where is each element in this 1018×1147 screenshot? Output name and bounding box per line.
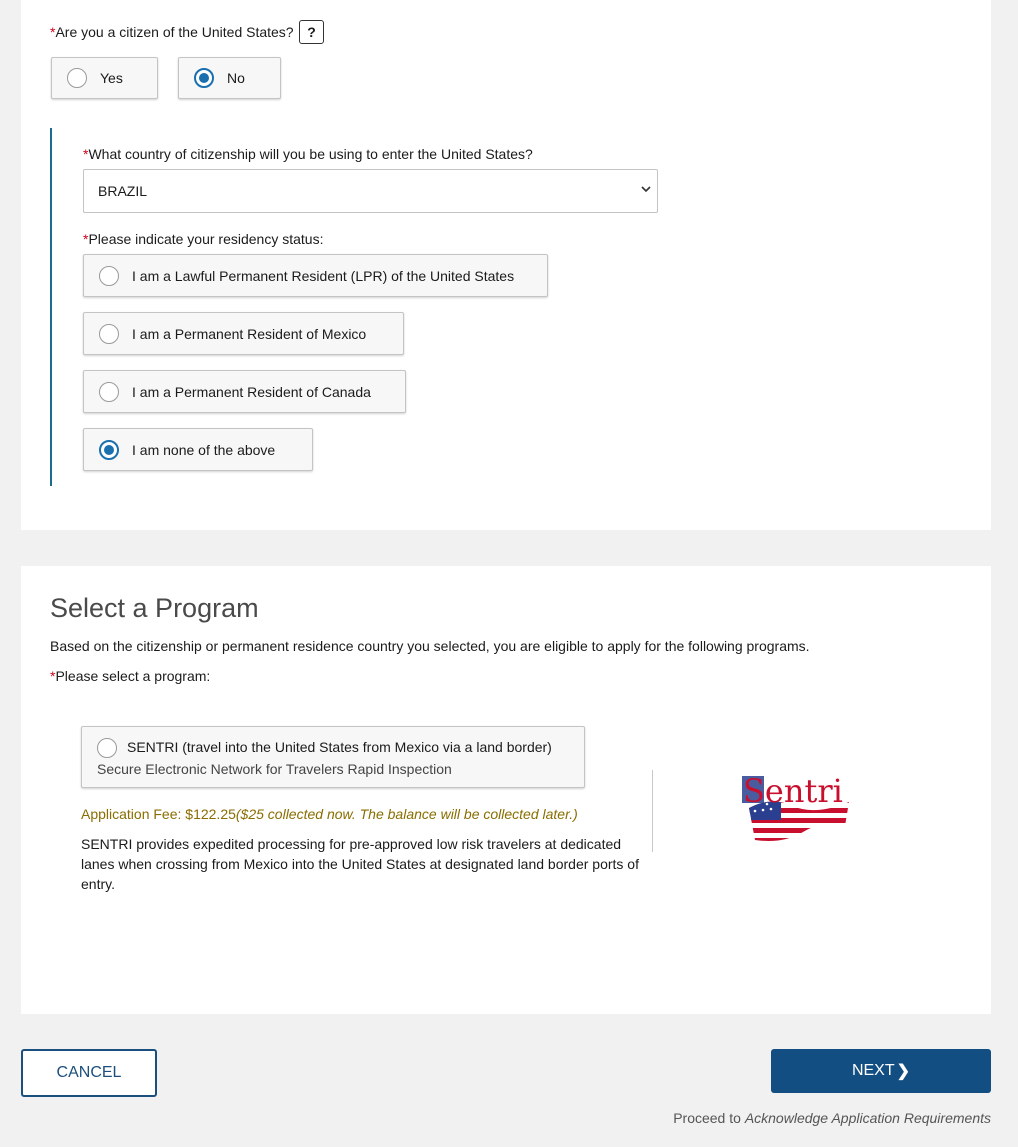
chevron-down-icon (641, 185, 651, 196)
residency-option-none[interactable]: I am none of the above (83, 428, 313, 471)
fee-label: Application Fee: $122.25 (81, 806, 236, 822)
citizenship-question: *Are you a citizen of the United States? (50, 24, 294, 40)
country-select-value: BRAZIL (98, 183, 148, 199)
help-button[interactable]: ? (299, 20, 324, 44)
residency-option-lpr[interactable]: I am a Lawful Permanent Resident (LPR) o… (83, 254, 548, 297)
proceed-hint: Proceed to Acknowledge Application Requi… (673, 1110, 991, 1126)
citizen-yes-label: Yes (100, 70, 123, 86)
proceed-prefix: Proceed to (673, 1110, 745, 1126)
residency-option-label: I am a Permanent Resident of Canada (132, 383, 371, 400)
next-button[interactable]: NEXT ❯ (771, 1049, 991, 1093)
residency-option-mexico[interactable]: I am a Permanent Resident of Mexico (83, 312, 404, 355)
radio-unselected-icon (99, 381, 119, 402)
conditional-section-bar (50, 128, 52, 486)
program-description: SENTRI provides expedited processing for… (81, 836, 639, 892)
application-fee: Application Fee: $122.25($25 collected n… (81, 806, 578, 822)
proceed-target: Acknowledge Application Requirements (744, 1110, 991, 1126)
country-select[interactable]: BRAZIL (83, 169, 658, 213)
country-question-text: What country of citizenship will you be … (88, 146, 533, 162)
program-prompt: *Please select a program: (50, 666, 210, 686)
next-button-label: NEXT (851, 1062, 895, 1079)
residency-option-canada[interactable]: I am a Permanent Resident of Canada (83, 370, 406, 413)
residency-question-text: Please indicate your residency status: (88, 231, 324, 247)
fee-note: ($25 collected now. The balance will be … (235, 806, 578, 822)
citizen-no-option[interactable]: No (178, 57, 281, 99)
residency-question: *Please indicate your residency status: (83, 231, 323, 247)
chevron-right-icon: ❯ (896, 1063, 911, 1080)
citizenship-card: *Are you a citizen of the United States?… (21, 0, 991, 530)
radio-unselected-icon (97, 738, 117, 758)
radio-selected-icon (194, 68, 214, 88)
residency-option-label: I am a Permanent Resident of Mexico (132, 325, 367, 342)
citizen-no-label: No (227, 70, 245, 86)
program-option-title: SENTRI (travel into the United States fr… (127, 739, 552, 755)
radio-selected-icon (99, 439, 119, 460)
country-question: *What country of citizenship will you be… (83, 146, 533, 162)
radio-unselected-icon (67, 68, 87, 88)
radio-unselected-icon (99, 323, 119, 344)
program-option-subtitle: Secure Electronic Network for Travelers … (97, 761, 452, 777)
logo-text: Sentri (743, 774, 843, 810)
cancel-button[interactable]: CANCEL (21, 1049, 157, 1097)
sentri-logo: Sentri (741, 772, 859, 846)
residency-option-label: I am none of the above (132, 441, 276, 458)
program-card: Select a Program Based on the citizenshi… (21, 566, 991, 1014)
divider (652, 770, 653, 852)
program-heading: Select a Program (50, 593, 259, 623)
residency-option-label: I am a Lawful Permanent Resident (LPR) o… (132, 267, 515, 284)
citizen-yes-option[interactable]: Yes (51, 57, 158, 99)
program-prompt-text: Please select a program: (55, 668, 211, 684)
program-option-sentri[interactable]: SENTRI (travel into the United States fr… (81, 726, 585, 788)
citizenship-question-text: Are you a citizen of the United States? (55, 24, 294, 40)
radio-unselected-icon (99, 265, 119, 286)
program-intro: Based on the citizenship or permanent re… (50, 638, 810, 654)
